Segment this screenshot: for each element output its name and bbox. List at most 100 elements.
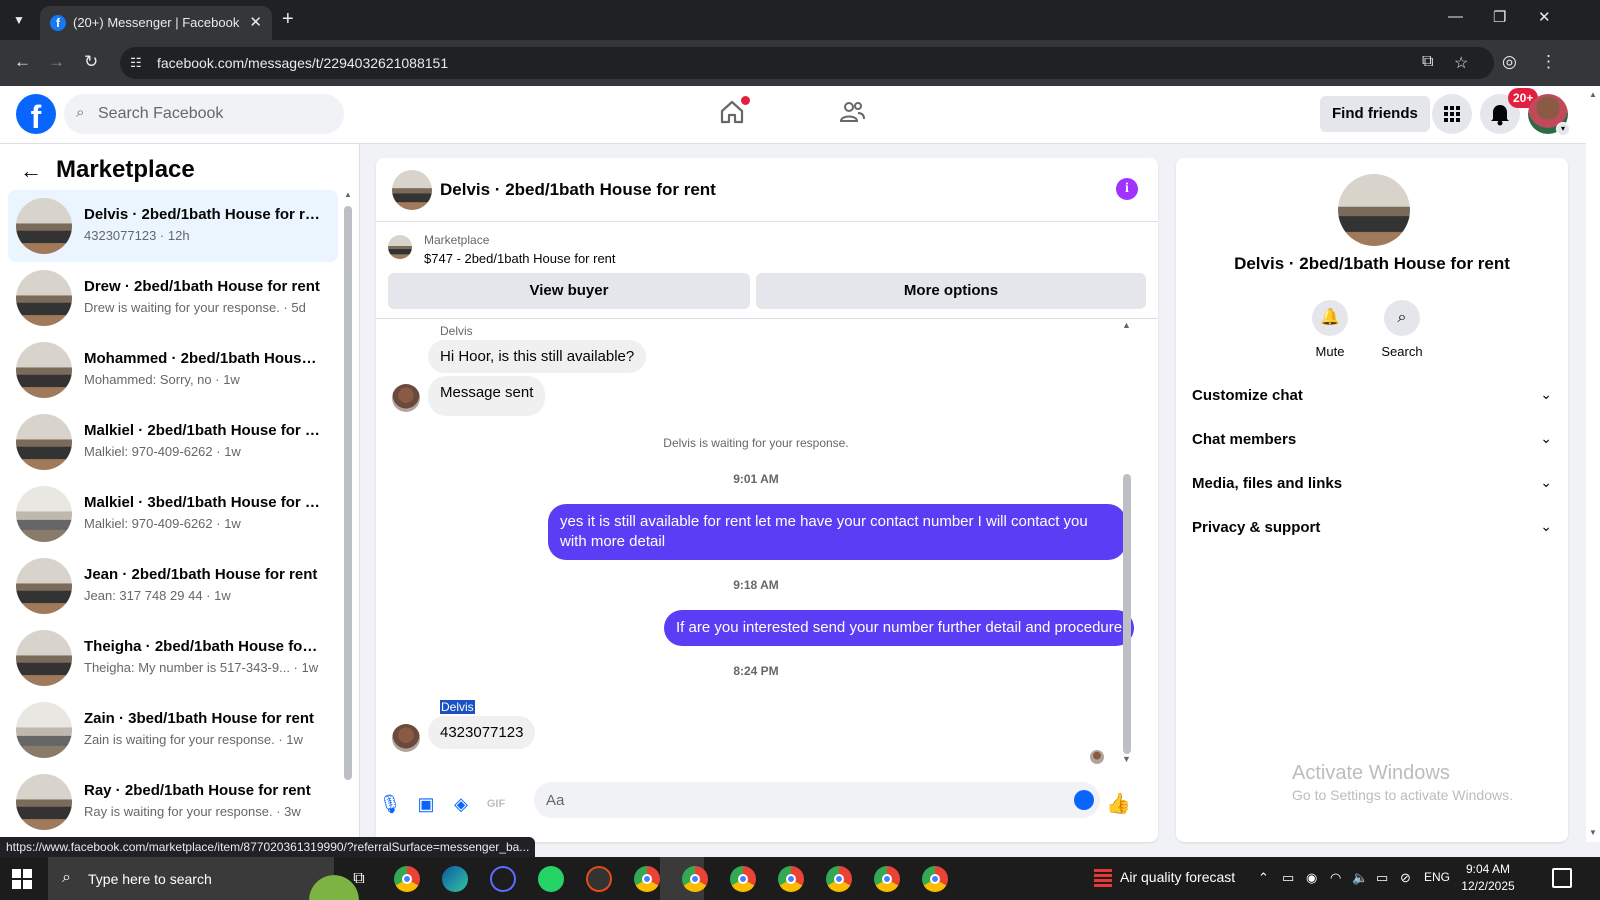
section-media-files-links[interactable]: Media, files and links ⌄ (1192, 464, 1552, 504)
volume-icon[interactable]: 🔈 (1352, 870, 1368, 886)
tray-app-icon[interactable]: ▭ (1282, 870, 1294, 886)
account-avatar[interactable]: ▾ (1528, 94, 1570, 136)
scroll-down-icon[interactable]: ▼ (1589, 828, 1597, 837)
gif-icon[interactable]: GIF (484, 792, 508, 816)
scroll-up-icon[interactable]: ▲ (1589, 90, 1597, 99)
chrome-icon[interactable] (394, 866, 420, 892)
friends-icon[interactable] (838, 98, 866, 126)
chat-profile-avatar[interactable] (1338, 174, 1410, 246)
wifi-icon[interactable]: ◠ (1330, 870, 1341, 886)
tray-expand-icon[interactable]: ⌃ (1258, 870, 1269, 886)
sticker-icon[interactable]: ◈ (449, 792, 473, 816)
thumbs-up-icon[interactable]: 👍 (1106, 792, 1131, 816)
install-app-icon[interactable]: ⧉ (1422, 53, 1433, 71)
scroll-up-icon[interactable]: ▲ (344, 190, 352, 199)
conversation-item[interactable]: Malkiel · 3bed/1bath House for r... Malk… (8, 478, 338, 550)
section-chat-members[interactable]: Chat members ⌄ (1192, 420, 1552, 460)
chrome-profile-icon[interactable] (874, 866, 900, 892)
address-bar[interactable]: ☷ facebook.com/messages/t/22940326210881… (120, 47, 1494, 79)
photo-icon[interactable]: ▣ (414, 792, 438, 816)
scroll-up-icon[interactable]: ▲ (1122, 320, 1131, 330)
sender-avatar[interactable] (392, 724, 420, 752)
weather-widget[interactable]: Air quality forecast (1094, 869, 1235, 888)
chrome-profile-icon[interactable] (826, 866, 852, 892)
new-tab-button[interactable]: + (282, 8, 294, 31)
emoji-icon[interactable] (1074, 790, 1094, 810)
conversation-item[interactable]: Mohammed · 2bed/1bath House... Mohammed:… (8, 334, 338, 406)
chat-avatar[interactable] (392, 170, 432, 210)
search-button[interactable]: ⌕ Search (1372, 300, 1432, 359)
view-buyer-button[interactable]: View buyer (388, 273, 750, 309)
conversation-item[interactable]: Malkiel · 2bed/1bath House for r... Malk… (8, 406, 338, 478)
scroll-down-icon[interactable]: ▼ (1122, 754, 1131, 764)
wpm-app-icon[interactable] (586, 866, 612, 892)
scrollbar-thumb[interactable] (1123, 474, 1131, 754)
browser-tab-messenger[interactable]: f (20+) Messenger | Facebook ✕ (40, 6, 272, 40)
conversation-item[interactable]: Zain · 3bed/1bath House for rent Zain is… (8, 694, 338, 766)
conversation-item[interactable]: Drew · 2bed/1bath House for rent Drew is… (8, 262, 338, 334)
facebook-logo-icon[interactable]: f (16, 94, 56, 135)
scrollbar-thumb[interactable] (344, 206, 352, 780)
back-arrow-icon[interactable]: ← (14, 52, 31, 72)
reload-icon[interactable]: ↻ (84, 52, 98, 72)
outgoing-message[interactable]: yes it is still available for rent let m… (548, 504, 1126, 560)
notification-center-icon[interactable] (1552, 868, 1572, 888)
chrome-profile-icon[interactable] (682, 866, 708, 892)
conversation-list-scrollbar[interactable]: ▲ (344, 190, 352, 780)
find-friends-button[interactable]: Find friends (1320, 96, 1430, 132)
edge-icon[interactable] (442, 866, 468, 892)
message-input-box[interactable] (534, 782, 1100, 818)
chrome-profile-icon[interactable] (730, 866, 756, 892)
incoming-message[interactable]: Message sent (428, 376, 546, 416)
incoming-message[interactable]: 4323077123 (428, 716, 536, 749)
listing-thumbnail[interactable] (388, 235, 412, 259)
facebook-search-input[interactable] (98, 94, 338, 134)
input-language[interactable]: ENG (1424, 870, 1450, 884)
conversation-item[interactable]: Theigha · 2bed/1bath House for ... Theig… (8, 622, 338, 694)
taskbar-search[interactable]: ⌕ Type here to search (48, 857, 364, 900)
minimize-icon[interactable]: — (1448, 8, 1463, 25)
bookmark-star-icon[interactable]: ☆ (1454, 53, 1468, 73)
listing-title[interactable]: $747 - 2bed/1bath House for rent (424, 251, 616, 266)
restore-icon[interactable]: ❐ (1493, 8, 1506, 26)
chrome-profile-icon[interactable] (778, 866, 804, 892)
browser-menu-icon[interactable]: ⋮ (1540, 52, 1557, 72)
section-privacy-support[interactable]: Privacy & support ⌄ (1192, 508, 1552, 548)
message-input[interactable] (546, 782, 1046, 818)
forward-arrow-icon[interactable]: → (48, 52, 65, 72)
tab-close-icon[interactable]: ✕ (249, 13, 262, 31)
info-icon[interactable]: i (1116, 178, 1138, 200)
url-text[interactable]: facebook.com/messages/t/2294032621088151 (157, 55, 448, 71)
page-scrollbar[interactable]: ▲ ▼ (1586, 86, 1600, 842)
window-close-icon[interactable]: ✕ (1538, 8, 1551, 26)
mute-button[interactable]: 🔔 Mute (1300, 300, 1360, 359)
tray-camera-icon[interactable]: ◉ (1306, 870, 1317, 886)
network-off-icon[interactable]: ⊘ (1400, 870, 1411, 886)
more-options-button[interactable]: More options (756, 273, 1146, 309)
task-view-icon[interactable]: ⧉ (346, 866, 372, 892)
outgoing-message[interactable]: If are you interested send your number f… (664, 610, 1135, 646)
conversation-item[interactable]: Jean · 2bed/1bath House for rent Jean: 3… (8, 550, 338, 622)
sender-avatar[interactable] (392, 384, 420, 412)
battery-icon[interactable]: ▭ (1376, 870, 1388, 886)
site-settings-icon[interactable]: ☷ (130, 55, 142, 71)
facebook-search[interactable]: ⌕ (64, 94, 344, 134)
chrome-profile-icon[interactable] (922, 866, 948, 892)
section-customize-chat[interactable]: Customize chat ⌄ (1192, 376, 1552, 416)
profile-icon[interactable]: ◎ (1502, 52, 1517, 72)
message-thread-scrollbar[interactable]: ▲ ▼ (1122, 320, 1132, 772)
system-clock[interactable]: 9:04 AM 12/2/2025 (1448, 861, 1528, 895)
conversation-item[interactable]: Delvis · 2bed/1bath House for rent 43230… (8, 190, 338, 262)
microphone-icon[interactable]: 🎙 (378, 792, 402, 816)
back-arrow-icon[interactable]: ← (20, 158, 42, 184)
tab-search-dropdown[interactable]: ▼ (6, 8, 32, 32)
chat-title[interactable]: Delvis · 2bed/1bath House for rent (440, 180, 716, 200)
incoming-message[interactable]: Hi Hoor, is this still available? (428, 340, 647, 373)
conversation-item[interactable]: Ray · 2bed/1bath House for rent Ray is w… (8, 766, 338, 838)
home-icon[interactable] (718, 96, 750, 126)
menu-grid-icon[interactable] (1432, 94, 1472, 134)
whatsapp-icon[interactable] (538, 866, 564, 892)
chrome-profile-icon[interactable] (634, 866, 660, 892)
windows-start-icon[interactable] (12, 869, 32, 889)
media-app-icon[interactable] (490, 866, 516, 892)
